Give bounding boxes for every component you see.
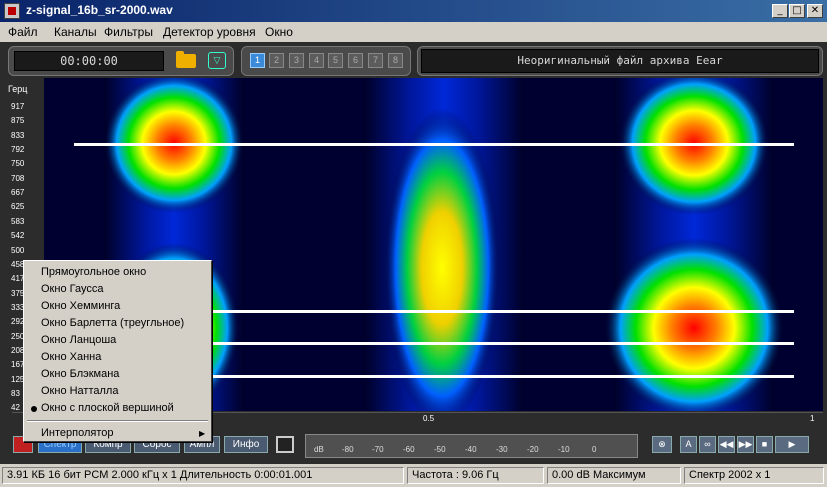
status-spectrum: Спектр 2002 x 1 bbox=[684, 467, 824, 484]
channel-button-3[interactable]: 3 bbox=[289, 53, 304, 68]
channel-button-5[interactable]: 5 bbox=[328, 53, 343, 68]
y-tick-label: 833 bbox=[11, 130, 25, 140]
menu-item-bartlett[interactable]: Окно Барлетта (треугльное) bbox=[41, 317, 184, 329]
y-tick-label: 792 bbox=[11, 145, 25, 155]
meter-label: -80 bbox=[342, 445, 354, 454]
y-axis-title: Герц bbox=[8, 84, 28, 94]
clear-button[interactable]: ⊗ bbox=[652, 436, 672, 453]
time-display: 00:00:00 bbox=[14, 51, 164, 71]
x-tick-label: 1 bbox=[810, 414, 815, 423]
menu-file[interactable]: Файл bbox=[8, 25, 38, 39]
y-tick-label: 750 bbox=[11, 159, 25, 169]
meter-label: -50 bbox=[434, 445, 446, 454]
title-bar: z-signal_16b_sr-2000.wav _ □ ✕ bbox=[0, 0, 827, 22]
meter-label: -70 bbox=[372, 445, 384, 454]
info-display: Неоригинальный файл архива Eear bbox=[421, 49, 819, 73]
menu-item-gauss[interactable]: Окно Гаусса bbox=[41, 283, 103, 295]
y-tick-label: 667 bbox=[11, 188, 25, 198]
meter-label: -20 bbox=[527, 445, 539, 454]
channel-button-8[interactable]: 8 bbox=[388, 53, 403, 68]
y-tick-label: 625 bbox=[11, 202, 25, 212]
channel-button-2[interactable]: 2 bbox=[269, 53, 284, 68]
status-bar: 3.91 КБ 16 бит PCM 2.000 кГц x 1 Длитель… bbox=[0, 464, 827, 487]
menu-item-flat-top[interactable]: Окно с плоской вершиной bbox=[41, 402, 174, 414]
maximize-button[interactable]: □ bbox=[789, 4, 805, 18]
y-tick-label: 500 bbox=[11, 245, 25, 255]
menu-separator bbox=[27, 420, 208, 422]
menu-item-hann[interactable]: Окно Ханна bbox=[41, 351, 101, 363]
menu-item-rectangular[interactable]: Прямоугольное окно bbox=[41, 266, 146, 278]
meter-label: -30 bbox=[496, 445, 508, 454]
window-function-menu: Прямоугольное окно Окно Гаусса Окно Хемм… bbox=[23, 260, 212, 442]
channel-button-6[interactable]: 6 bbox=[348, 53, 363, 68]
channel-button-7[interactable]: 7 bbox=[368, 53, 383, 68]
meter-label: -10 bbox=[558, 445, 570, 454]
rewind-button[interactable]: ◀◀ bbox=[718, 436, 735, 453]
y-tick-label: 917 bbox=[11, 102, 25, 111]
level-meter: dB -80 -70 -60 -50 -40 -30 -20 -10 0 bbox=[305, 434, 638, 458]
close-button[interactable]: ✕ bbox=[807, 4, 823, 18]
meter-label: -60 bbox=[403, 445, 415, 454]
y-tick-label: 708 bbox=[11, 173, 25, 183]
a-button[interactable]: A bbox=[680, 436, 697, 453]
channel-button-4[interactable]: 4 bbox=[309, 53, 324, 68]
menu-item-interpolator[interactable]: Интерполятор bbox=[41, 427, 114, 439]
radio-bullet-icon bbox=[31, 406, 37, 412]
minimize-icon: _ bbox=[777, 5, 783, 16]
status-level: 0.00 dB Максимум bbox=[547, 467, 681, 484]
loop-button[interactable]: ∞ bbox=[699, 436, 716, 453]
menu-item-blackman[interactable]: Окно Блэкмана bbox=[41, 368, 119, 380]
menu-item-hamming[interactable]: Окно Хемминга bbox=[41, 300, 120, 312]
menu-item-nuttall[interactable]: Окно Натталла bbox=[41, 385, 118, 397]
stop-button[interactable]: ■ bbox=[756, 436, 773, 453]
submenu-arrow-icon: ▶ bbox=[199, 429, 206, 438]
maximize-icon: □ bbox=[792, 5, 802, 16]
menu-window[interactable]: Окно bbox=[265, 25, 293, 39]
meter-label: 0 bbox=[592, 445, 597, 454]
channel-panel bbox=[241, 46, 411, 76]
play-button[interactable]: ▶ bbox=[775, 436, 809, 453]
y-tick-label: 542 bbox=[11, 231, 25, 241]
y-tick-label: 583 bbox=[11, 216, 25, 226]
square-button[interactable] bbox=[276, 436, 294, 453]
close-circle-icon: ⊗ bbox=[658, 439, 666, 449]
minimize-button[interactable]: _ bbox=[772, 4, 788, 18]
app-icon[interactable] bbox=[4, 3, 20, 19]
close-icon: ✕ bbox=[810, 5, 820, 16]
info-button[interactable]: Инфо bbox=[224, 436, 268, 453]
menu-bar: Файл Каналы Фильтры Детектор уровня Окно bbox=[0, 22, 827, 42]
meter-label: -40 bbox=[465, 445, 477, 454]
channel-button-1[interactable]: 1 bbox=[250, 53, 265, 68]
menu-filters[interactable]: Фильтры bbox=[104, 25, 153, 39]
meter-label: dB bbox=[314, 445, 324, 454]
status-format: 3.91 КБ 16 бит PCM 2.000 кГц x 1 Длитель… bbox=[2, 467, 404, 484]
folder-icon[interactable] bbox=[176, 51, 196, 68]
dropdown-icon[interactable]: ▽ bbox=[208, 52, 226, 69]
window-title: z-signal_16b_sr-2000.wav bbox=[26, 3, 173, 17]
status-frequency: Частота : 9.06 Гц bbox=[407, 467, 544, 484]
x-tick-label: 0.5 bbox=[423, 414, 435, 423]
menu-level-detector[interactable]: Детектор уровня bbox=[163, 25, 256, 39]
y-tick-label: 875 bbox=[11, 116, 25, 126]
menu-channels[interactable]: Каналы bbox=[54, 25, 97, 39]
fast-forward-button[interactable]: ▶▶ bbox=[737, 436, 754, 453]
menu-item-lanczos[interactable]: Окно Ланцоша bbox=[41, 334, 116, 346]
